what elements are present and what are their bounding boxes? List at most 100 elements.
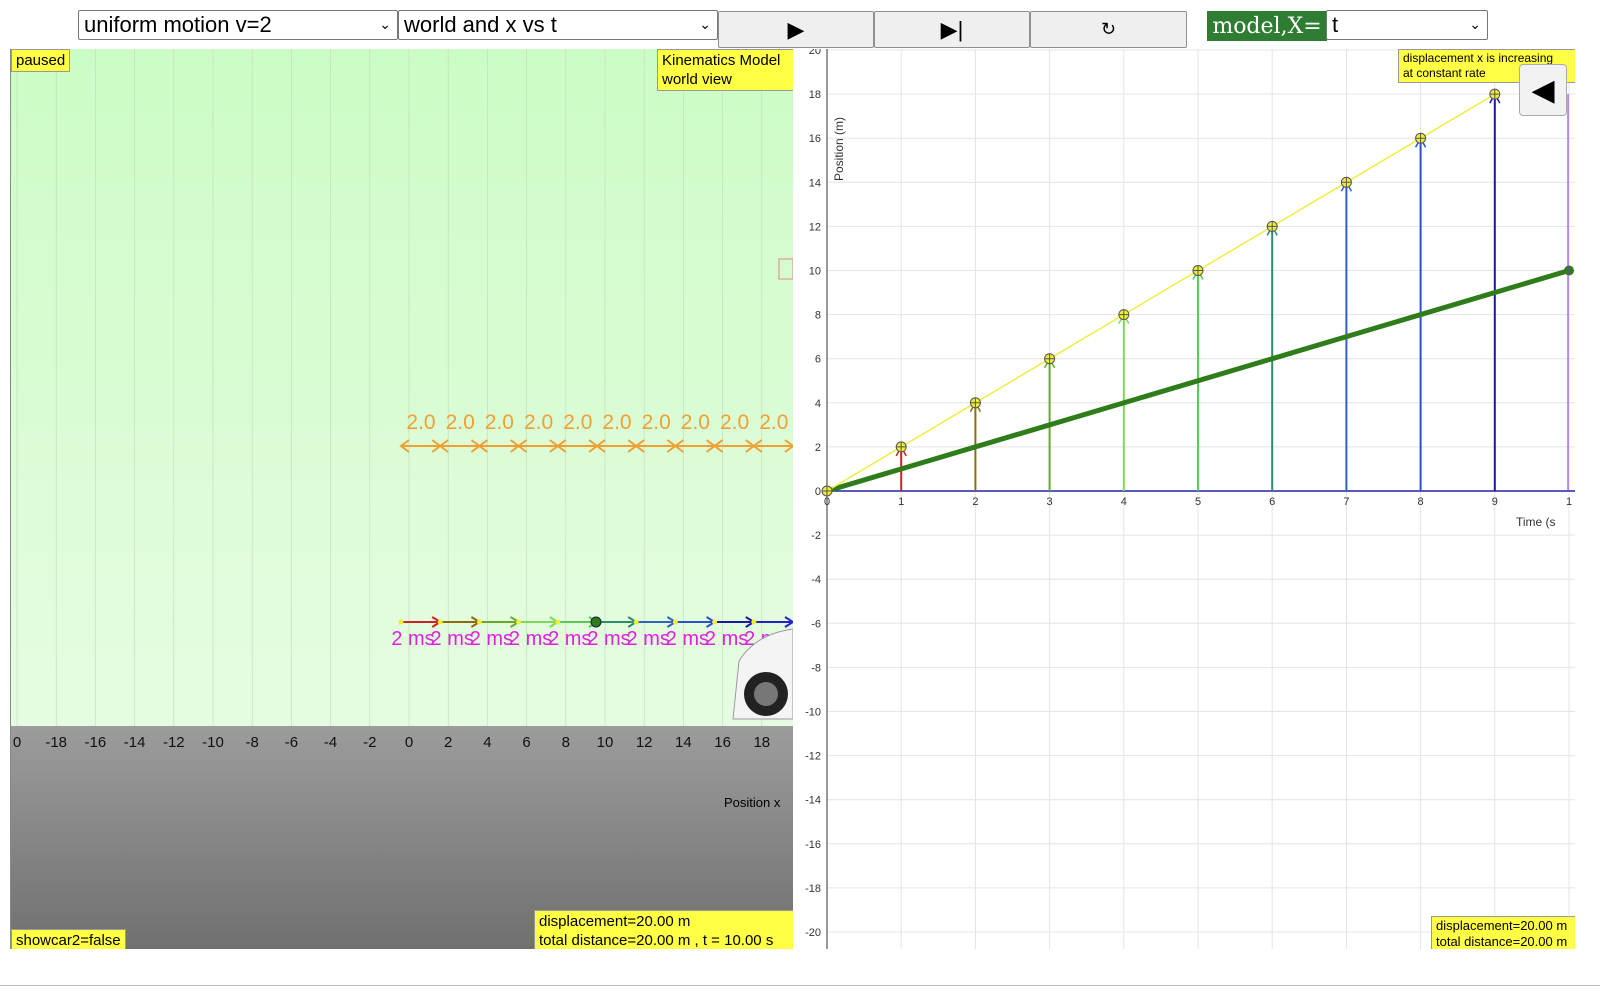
model-select-value: t [1332,12,1339,37]
y-tick-label: 14 [809,177,821,189]
y-tick-label: 2 [815,442,821,454]
view-select[interactable]: world and x vs t ⌄ [398,10,718,40]
displacement-value-label: 2.0 [642,411,671,434]
y-tick-label: -12 [805,751,821,763]
velocity-label: 2 ms [666,628,709,650]
velocity-label: 2 ms [509,628,552,650]
reset-icon: ↻ [1100,19,1117,39]
y-tick-label: -20 [805,927,821,939]
graph-view[interactable]: 0 1 2 3 4 5 6 7 8 9 1 20 18 16 14 12 10 8 6 4 2 0 -2 -4 -6 -8 -10-… [793,49,1575,949]
velocity-arrow-dot [437,619,443,625]
world-axis-tick-label: -6 [285,734,298,751]
world-title: Kinematics Model world view [657,49,793,91]
showcar-flag: showcar2=false [11,929,126,949]
position-axis-label: Position x [724,795,781,810]
displacement-value-label: 2.0 [406,411,435,434]
world-axis-tick-label: -18 [45,734,67,751]
world-readout: displacement=20.00 m total distance=20.0… [534,910,793,949]
world-axis-tick-label: 0 [405,734,413,751]
velocity-arrow-dot [555,619,561,625]
back-arrow-icon: ◀ [1531,73,1555,107]
velocity-arrow-dot [398,619,404,625]
world-view[interactable]: 0 -18 -16 -14 -12 -10 -8 -6 -4 -2 0 2 4 6 8 10 12 14 16 18 2… [10,49,793,949]
view-select-value: world and x vs t [404,12,557,37]
y-tick-label: -10 [805,707,821,719]
step-button[interactable]: ▶| [874,11,1030,48]
scenario-select-value: uniform motion v=2 [84,12,272,37]
y-tick-label: 12 [809,221,821,233]
world-readout-line2: total distance=20.00 m , t = 10.00 s [539,932,774,949]
graph-readout-line2: total distance=20.00 m [1436,934,1568,949]
velocity-arrow-dot [633,619,639,625]
graph-readout-line1: displacement=20.00 m [1436,918,1568,933]
displacement-value-label: 2.0 [720,411,749,434]
graph-readout: displacement=20.00 m total distance=20.0… [1431,916,1575,949]
x-tick-label: 1 [1566,496,1572,508]
displacement-value-label: 2.0 [681,411,710,434]
y-tick-label: -8 [811,662,821,674]
y-tick-label: 6 [815,354,821,366]
world-axis-tick-label: -16 [85,734,107,751]
x-axis-label: Time (s [1516,515,1556,529]
status-badge: paused [11,49,71,72]
x-tick-label: 9 [1492,496,1498,508]
displacement-value-label: 2.0 [563,411,592,434]
x-tick-label: 0 [824,496,830,508]
world-axis-tick-label: -10 [202,734,224,751]
scenario-select[interactable]: uniform motion v=2 ⌄ [78,10,398,40]
world-readout-line1: displacement=20.00 m [539,913,691,930]
x-tick-label: 4 [1121,496,1127,508]
velocity-arrow-dot [672,619,678,625]
y-tick-label: -6 [811,618,821,630]
toolbar: uniform motion v=2 ⌄ world and x vs t ⌄ … [0,0,1600,50]
velocity-label: 2 ms [391,628,434,650]
world-axis-tick-label: 16 [714,734,731,751]
velocity-label: 2 ms [627,628,670,650]
y-tick-label: 8 [815,310,821,322]
velocity-label: 2 ms [548,628,591,650]
velocity-label: 2 ms [587,628,630,650]
car-hub [754,682,778,706]
displacement-value-label: 2.0 [602,411,631,434]
x-tick-label: 5 [1195,496,1201,508]
model-label: model,X= [1207,11,1327,41]
y-tick-label: 20 [809,49,821,57]
world-title-line1: Kinematics Model [662,52,781,69]
y-tick-label: 16 [809,133,821,145]
velocity-arrow-dot [712,619,718,625]
collapse-button[interactable]: ◀ [1519,64,1567,116]
world-axis-tick-label: 4 [483,734,491,751]
velocity-arrow-dot [476,619,482,625]
y-tick-label: -16 [805,839,821,851]
offscreen-marker [778,258,793,280]
world-axis-tick-label: 18 [753,734,770,751]
play-button[interactable]: ▶ [718,11,874,48]
car-image [732,258,793,720]
x-tick-label: 7 [1343,496,1349,508]
velocity-label: 2 ms [431,628,474,650]
world-canvas: 0 -18 -16 -14 -12 -10 -8 -6 -4 -2 0 2 4 6 8 10 12 14 16 18 2… [13,49,793,751]
world-axis-tick-label: 6 [522,734,530,751]
y-tick-label: 18 [809,89,821,101]
position-marker-dot [590,616,602,628]
velocity-label: 2 ms [705,628,748,650]
displacement-value-label: 2.0 [759,411,788,434]
reset-button[interactable]: ↻ [1030,11,1187,48]
y-tick-label: 4 [815,398,821,410]
position-time-chart: 0 1 2 3 4 5 6 7 8 9 120181614121086420-2-4-6-8-10-… [805,49,1575,949]
x-tick-label: 2 [972,496,978,508]
status-text: paused [16,52,66,69]
y-tick-label: -4 [811,574,821,586]
velocity-arrow-dot [516,619,522,625]
y-axis-label: Position (m) [832,117,846,181]
chevron-down-icon: ⌄ [699,16,711,32]
world-axis-tick-label: 10 [597,734,614,751]
page-divider [0,985,1600,986]
displacement-value-label: 2.0 [446,411,475,434]
world-axis-tick-label: 12 [636,734,653,751]
model-select[interactable]: t ⌄ [1326,10,1488,40]
x-tick-label: 8 [1418,496,1424,508]
y-tick-label: -2 [811,530,821,542]
chevron-down-icon: ⌄ [379,16,391,32]
world-axis-tick-label: 8 [562,734,570,751]
